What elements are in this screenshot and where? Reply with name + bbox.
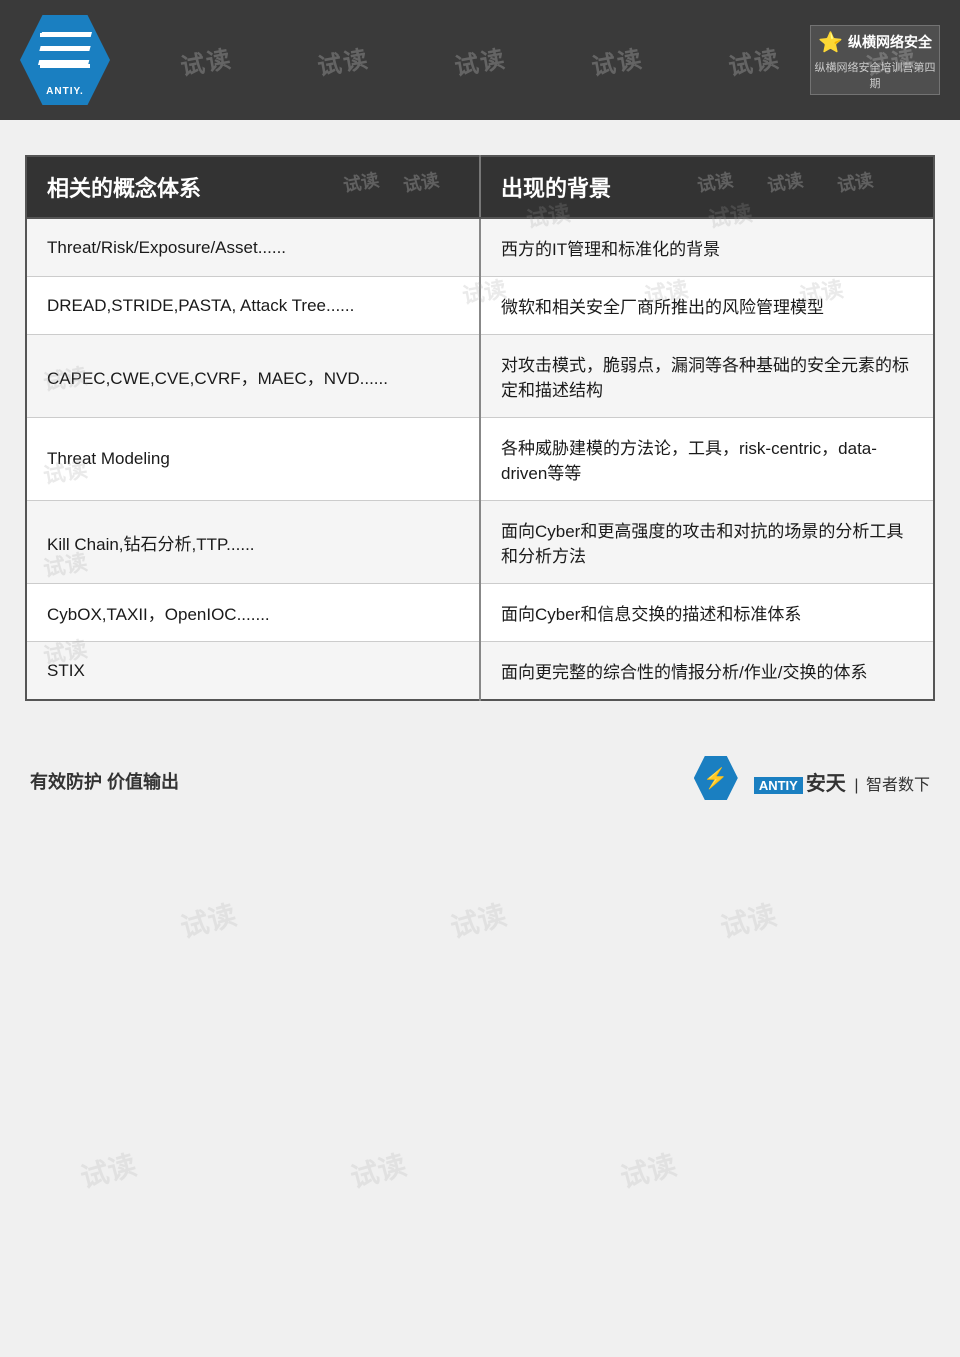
footer-slogan: 智者数下 bbox=[866, 777, 930, 794]
table-cell-right: 面向更完整的综合性的情报分析/作业/交换的体系 bbox=[480, 642, 934, 701]
badge-subtitle: 纵横网络安全培训营第四期 bbox=[811, 59, 939, 91]
bg-watermark: 试读 bbox=[346, 1143, 410, 1196]
col-left-header: 相关的概念体系 试读 试读 bbox=[26, 156, 480, 218]
main-content: 试读 试读 试读 试读 试读 试读 试读 试读 试读 相关的概念体系 试读 试读… bbox=[25, 155, 935, 701]
table-cell-right: 面向Cyber和更高强度的攻击和对抗的场景的分析工具和分析方法 bbox=[480, 501, 934, 584]
table-cell-left: CAPEC,CWE,CVE,CVRF，MAEC，NVD...... bbox=[26, 335, 480, 418]
header-right-badge: ⭐ 纵横网络安全 纵横网络安全培训营第四期 bbox=[810, 25, 940, 95]
table-cell-left: Kill Chain,钻石分析,TTP...... bbox=[26, 501, 480, 584]
th-watermark: 试读 bbox=[695, 166, 735, 198]
footer-logo-subtext: | bbox=[854, 777, 858, 794]
header-watermark: 试读 bbox=[451, 38, 508, 81]
footer-antiy-label: ANTIY bbox=[754, 777, 803, 794]
logo-line-3 bbox=[38, 60, 89, 65]
bg-watermark: 试读 bbox=[616, 1143, 680, 1196]
footer-logo: ⚡ ANTIY安天 | 智者数下 bbox=[694, 756, 930, 806]
th-watermark: 试读 bbox=[341, 166, 381, 198]
table-row: Kill Chain,钻石分析,TTP......面向Cyber和更高强度的攻击… bbox=[26, 501, 934, 584]
concept-table: 相关的概念体系 试读 试读 出现的背景 试读 试读 试读 Threat/Risk… bbox=[25, 155, 935, 701]
badge-title: 纵横网络安全 bbox=[848, 32, 932, 52]
header-watermark: 试读 bbox=[314, 38, 371, 81]
table-row: CAPEC,CWE,CVE,CVRF，MAEC，NVD......对攻击模式，脆… bbox=[26, 335, 934, 418]
table-cell-left: STIX bbox=[26, 642, 480, 701]
footer-logo-icon: ⚡ bbox=[694, 756, 749, 806]
col-left-header-text: 相关的概念体系 bbox=[47, 176, 201, 201]
footer-tagline: 有效防护 价值输出 bbox=[30, 768, 179, 794]
footer-logo-zh: 安天 bbox=[806, 773, 846, 795]
table-row: Threat Modeling各种威胁建模的方法论，工具，risk-centri… bbox=[26, 418, 934, 501]
table-header-row: 相关的概念体系 试读 试读 出现的背景 试读 试读 试读 bbox=[26, 156, 934, 218]
table-cell-left: Threat Modeling bbox=[26, 418, 480, 501]
table-row: Threat/Risk/Exposure/Asset......西方的IT管理和… bbox=[26, 218, 934, 277]
bg-watermark: 试读 bbox=[446, 893, 510, 946]
th-watermark: 试读 bbox=[765, 166, 805, 198]
header-watermark: 试读 bbox=[588, 38, 645, 81]
logo-brand-text: ANTIY. bbox=[46, 86, 84, 97]
table-row: CybOX,TAXII，OpenIOC.......面向Cyber和信息交换的描… bbox=[26, 584, 934, 642]
logo-line-2 bbox=[39, 46, 90, 51]
footer: 有效防护 价值输出 ⚡ ANTIY安天 | 智者数下 bbox=[0, 736, 960, 826]
col-right-header: 出现的背景 试读 试读 试读 bbox=[480, 156, 934, 218]
footer-brand-text: ANTIY安天 bbox=[754, 773, 852, 795]
th-watermark: 试读 bbox=[401, 166, 441, 198]
header-watermark: 试读 bbox=[726, 38, 783, 81]
table-cell-right: 各种威胁建模的方法论，工具，risk-centric，data-driven等等 bbox=[480, 418, 934, 501]
table-cell-right: 微软和相关安全厂商所推出的风险管理模型 bbox=[480, 277, 934, 335]
footer-brand-name: ANTIY安天 | 智者数下 bbox=[754, 767, 930, 796]
bg-watermark: 试读 bbox=[76, 1143, 140, 1196]
table-row: DREAD,STRIDE,PASTA, Attack Tree......微软和… bbox=[26, 277, 934, 335]
footer-hexagon: ⚡ bbox=[694, 756, 738, 800]
table-cell-right: 面向Cyber和信息交换的描述和标准体系 bbox=[480, 584, 934, 642]
table-body: Threat/Risk/Exposure/Asset......西方的IT管理和… bbox=[26, 218, 934, 700]
footer-lightning-icon: ⚡ bbox=[703, 766, 728, 791]
col-right-header-text: 出现的背景 bbox=[501, 176, 611, 201]
table-cell-left: CybOX,TAXII，OpenIOC....... bbox=[26, 584, 480, 642]
badge-star-icon: ⭐ bbox=[818, 30, 843, 55]
th-watermark: 试读 bbox=[835, 166, 875, 198]
table-cell-left: DREAD,STRIDE,PASTA, Attack Tree...... bbox=[26, 277, 480, 335]
table-cell-left: Threat/Risk/Exposure/Asset...... bbox=[26, 218, 480, 277]
bg-watermark: 试读 bbox=[716, 893, 780, 946]
table-cell-right: 对攻击模式，脆弱点，漏洞等各种基础的安全元素的标定和描述结构 bbox=[480, 335, 934, 418]
table-cell-right: 西方的IT管理和标准化的背景 bbox=[480, 218, 934, 277]
header-watermark: 试读 bbox=[177, 38, 234, 81]
logo-line-1 bbox=[41, 32, 92, 37]
logo-lines bbox=[40, 33, 90, 88]
header: 试读 试读 试读 试读 试读 试读 试读 ANTIY. ⭐ 纵横网络安全 纵横网… bbox=[0, 0, 960, 120]
bg-watermark: 试读 bbox=[176, 893, 240, 946]
table-row: STIX面向更完整的综合性的情报分析/作业/交换的体系 bbox=[26, 642, 934, 701]
